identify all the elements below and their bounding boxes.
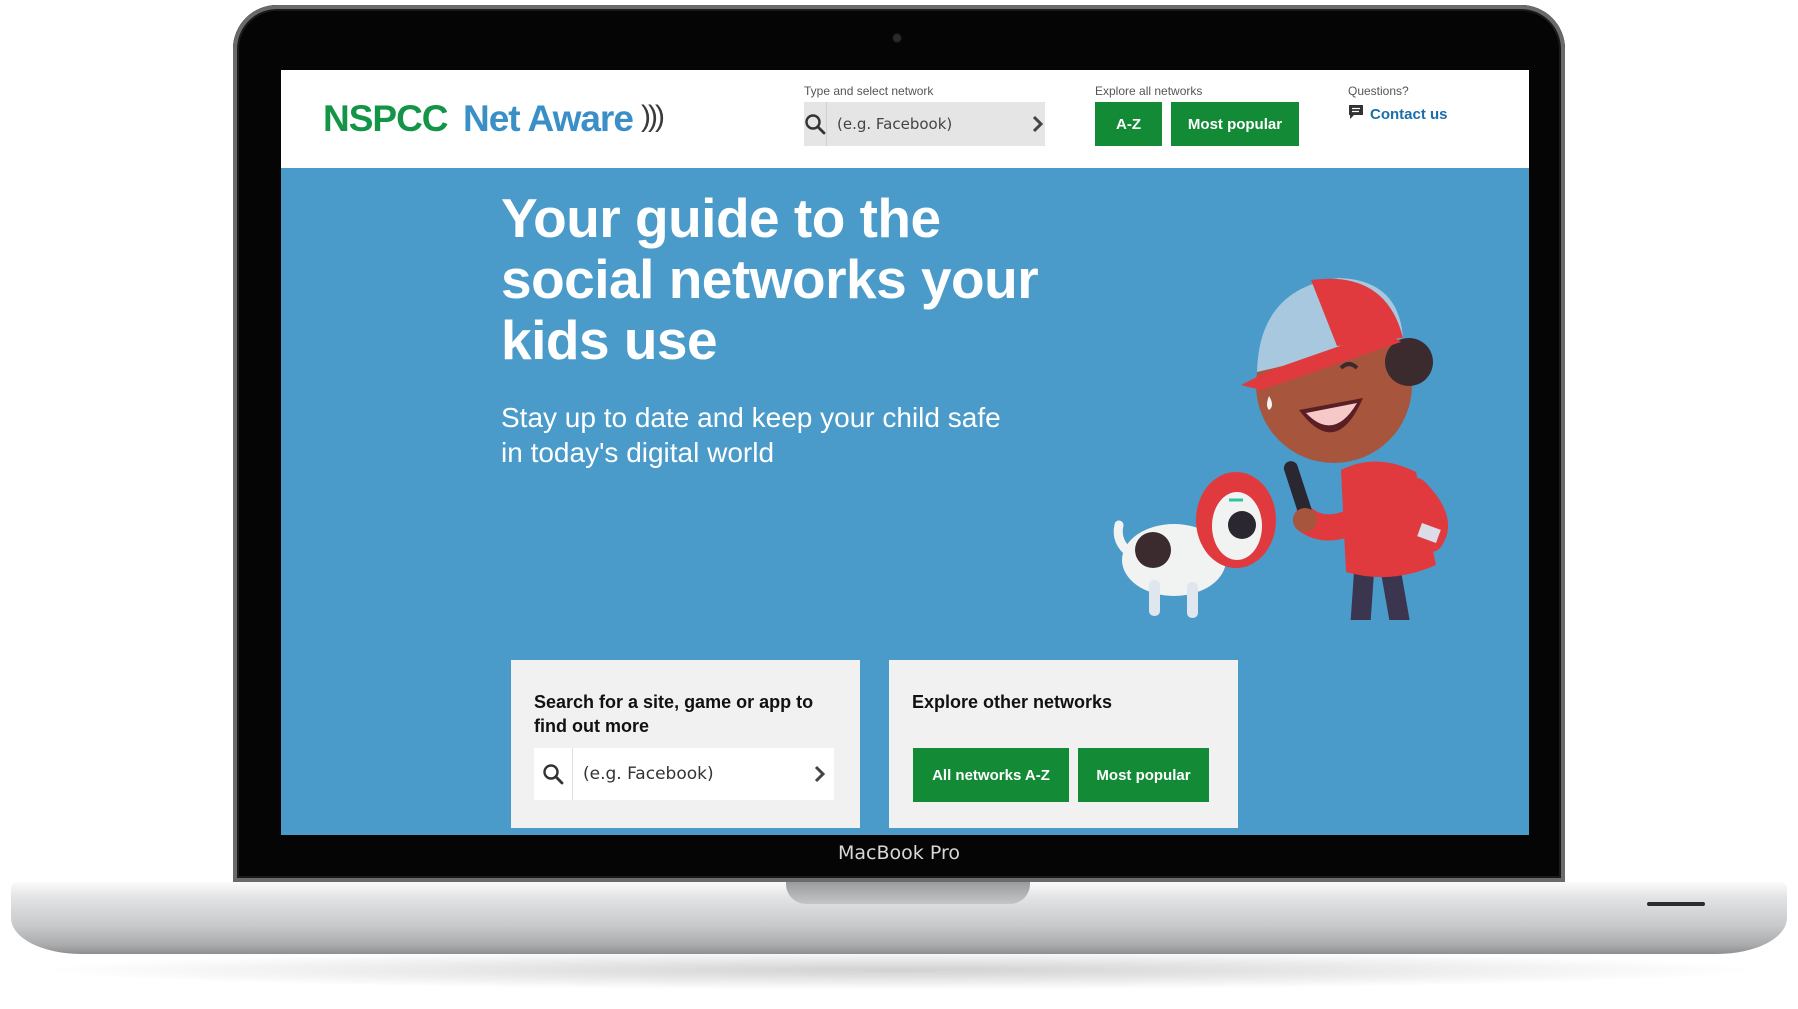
hero-title: Your guide to the social networks your k… <box>501 187 1039 371</box>
search-icon[interactable] <box>804 102 827 146</box>
site-header: NSPCC Net Aware ))) Type and select netw… <box>281 70 1529 168</box>
nspcc-logo[interactable]: NSPCC <box>323 98 449 140</box>
contact-us-label[interactable]: Contact us <box>1370 106 1448 123</box>
card-search-input[interactable] <box>573 748 806 800</box>
chevron-right-icon[interactable] <box>806 765 834 783</box>
az-button[interactable]: A-Z <box>1095 102 1162 146</box>
most-popular-button[interactable]: Most popular <box>1171 102 1299 146</box>
card-search-box[interactable] <box>534 748 834 800</box>
hero-subtitle: Stay up to date and keep your child safe… <box>501 402 1001 468</box>
device-label: MacBook Pro <box>838 842 960 864</box>
laptop-base <box>11 882 1787 954</box>
header-search-box[interactable] <box>804 102 1045 146</box>
explore-card-title: Explore other networks <box>912 692 1113 712</box>
contact-us-link[interactable]: Contact us <box>1348 104 1448 124</box>
header-search-label: Type and select network <box>804 84 934 98</box>
net-aware-logo[interactable]: Net Aware <box>463 98 634 140</box>
search-icon[interactable] <box>534 748 573 800</box>
sound-waves-icon: ))) <box>641 100 665 133</box>
kid-and-dog-illustration <box>1113 278 1448 620</box>
chevron-right-icon[interactable] <box>1031 115 1045 133</box>
search-card-title: Search for a site, game or app to find o… <box>534 692 814 736</box>
explore-networks-label: Explore all networks <box>1095 84 1203 98</box>
laptop-slot <box>1647 902 1705 906</box>
screen: NSPCC Net Aware ))) Type and select netw… <box>281 70 1529 835</box>
explore-card: Explore other networks All networks A-Z … <box>889 660 1238 828</box>
chat-bubble-icon <box>1348 104 1364 124</box>
webcam <box>893 34 901 42</box>
header-search-input[interactable] <box>827 102 1031 146</box>
questions-label: Questions? <box>1348 84 1409 98</box>
laptop-shadow <box>30 950 1768 990</box>
search-card: Search for a site, game or app to find o… <box>511 660 860 828</box>
card-most-popular-button[interactable]: Most popular <box>1078 748 1209 802</box>
all-networks-az-button[interactable]: All networks A-Z <box>913 748 1069 802</box>
laptop-notch <box>786 882 1030 904</box>
